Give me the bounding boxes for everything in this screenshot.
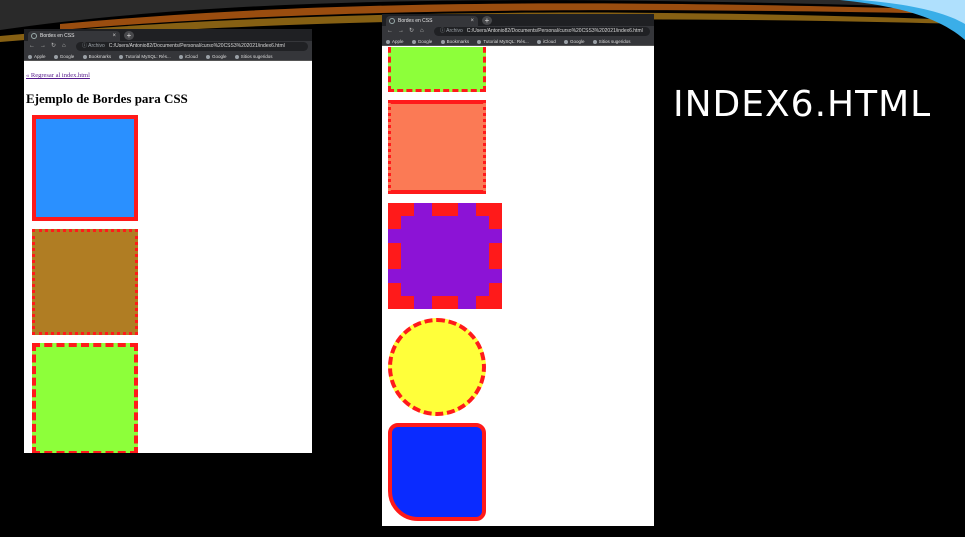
box-purple-thick-dashed-border <box>388 203 502 309</box>
bookmark-item[interactable]: Apple <box>28 54 46 59</box>
bookmarks-bar: Apple Google Bookmarks Tutorial MySQL: R… <box>382 37 654 46</box>
address-url: C:/Users/Antonio82/Documents/Personal/cu… <box>466 28 643 34</box>
reload-icon[interactable]: ↻ <box>409 27 414 36</box>
bookmark-item[interactable]: Sitios sugeridos <box>234 54 273 59</box>
forward-icon[interactable]: → <box>398 27 404 36</box>
tab-title: Bordes en CSS <box>398 18 433 24</box>
back-icon[interactable]: ← <box>387 27 393 36</box>
apple-icon <box>386 39 390 44</box>
close-tab-icon[interactable]: × <box>470 16 474 26</box>
home-icon[interactable]: ⌂ <box>420 27 424 36</box>
icloud-icon <box>178 54 183 59</box>
box-salmon-mixed-border <box>388 100 486 194</box>
bookmarks-bar: Apple Google Bookmarks Tutorial MySQL: R… <box>24 52 312 61</box>
new-tab-button[interactable]: + <box>482 16 492 25</box>
bookmark-item[interactable]: Sitios sugeridos <box>592 39 631 44</box>
box-brown-dotted-border <box>32 229 138 335</box>
bookmark-item[interactable]: Apple <box>386 39 404 44</box>
page-viewport <box>382 47 654 526</box>
star-icon <box>82 54 87 59</box>
google-icon <box>53 54 58 59</box>
page-viewport: « Regresar al index.html Ejemplo de Bord… <box>24 62 312 453</box>
bookmark-item[interactable]: iCloud <box>178 54 198 59</box>
suggested-sites-icon <box>234 54 239 59</box>
tab-strip: Bordes en CSS × + <box>24 29 312 41</box>
address-url: C:/Users/Antonio82/Documents/Personal/cu… <box>108 43 285 49</box>
box-green-dashed-border <box>32 343 138 453</box>
address-scheme: ⓘ Archivo <box>82 43 105 49</box>
browser-toolbar: ← → ↻ ⌂ ⓘ Archivo C:/Users/Antonio82/Docu… <box>382 26 654 37</box>
globe-icon <box>477 39 482 44</box>
globe-icon <box>31 33 37 39</box>
address-bar[interactable]: ⓘ Archivo C:/Users/Antonio82/Documents/Pe… <box>434 27 650 36</box>
bookmark-item[interactable]: Bookmarks <box>82 54 111 59</box>
browser-tab[interactable]: Bordes en CSS × <box>386 16 478 26</box>
google-icon <box>206 54 210 59</box>
new-tab-button[interactable]: + <box>124 31 134 40</box>
browser-toolbar: ← → ↻ ⌂ ⓘ Archivo C:/Users/Antonio82/Docu… <box>24 41 312 52</box>
google-icon <box>564 39 568 44</box>
box-blue-solid-border <box>32 115 138 221</box>
bookmark-item[interactable]: Google <box>53 54 74 59</box>
globe-icon <box>389 18 395 24</box>
home-icon[interactable]: ⌂ <box>62 42 66 51</box>
suggested-sites-icon <box>592 39 597 44</box>
bookmark-item[interactable]: Google <box>411 39 432 44</box>
back-to-index-link[interactable]: « Regresar al index.html <box>26 72 90 79</box>
tab-strip: Bordes en CSS × + <box>382 14 654 26</box>
address-bar[interactable]: ⓘ Archivo C:/Users/Antonio82/Documents/Pe… <box>76 42 308 51</box>
bookmark-item[interactable]: iCloud <box>536 39 556 44</box>
icloud-icon <box>536 39 541 44</box>
slide-title: INDEX6.HTML <box>673 84 932 125</box>
apple-icon <box>28 54 32 59</box>
box-blue-rounded-corners <box>388 423 486 521</box>
page-heading: Ejemplo de Bordes para CSS <box>26 91 188 106</box>
bookmark-item[interactable]: Google <box>564 39 585 44</box>
bookmark-item[interactable]: Tutorial MySQL: Rés... <box>119 54 171 59</box>
star-icon <box>440 39 445 44</box>
browser-window-left: Bordes en CSS × + ← → ↻ ⌂ ⓘ Archivo C:/Us… <box>24 29 312 453</box>
box-green-dashed-border <box>388 47 486 92</box>
forward-icon[interactable]: → <box>40 42 46 51</box>
browser-window-right: Bordes en CSS × + ← → ↻ ⌂ ⓘ Archivo C:/Us… <box>382 14 654 526</box>
circle-yellow-dashed-border <box>388 318 486 416</box>
address-scheme: ⓘ Archivo <box>440 28 463 34</box>
google-icon <box>411 39 416 44</box>
tab-title: Bordes en CSS <box>40 33 75 39</box>
bookmark-item[interactable]: Google <box>206 54 227 59</box>
bookmark-item[interactable]: Bookmarks <box>440 39 469 44</box>
browser-tab[interactable]: Bordes en CSS × <box>28 31 120 41</box>
globe-icon <box>119 54 124 59</box>
reload-icon[interactable]: ↻ <box>51 42 56 51</box>
back-icon[interactable]: ← <box>29 42 35 51</box>
close-tab-icon[interactable]: × <box>112 31 116 41</box>
bookmark-item[interactable]: Tutorial MySQL: Rés... <box>477 39 529 44</box>
